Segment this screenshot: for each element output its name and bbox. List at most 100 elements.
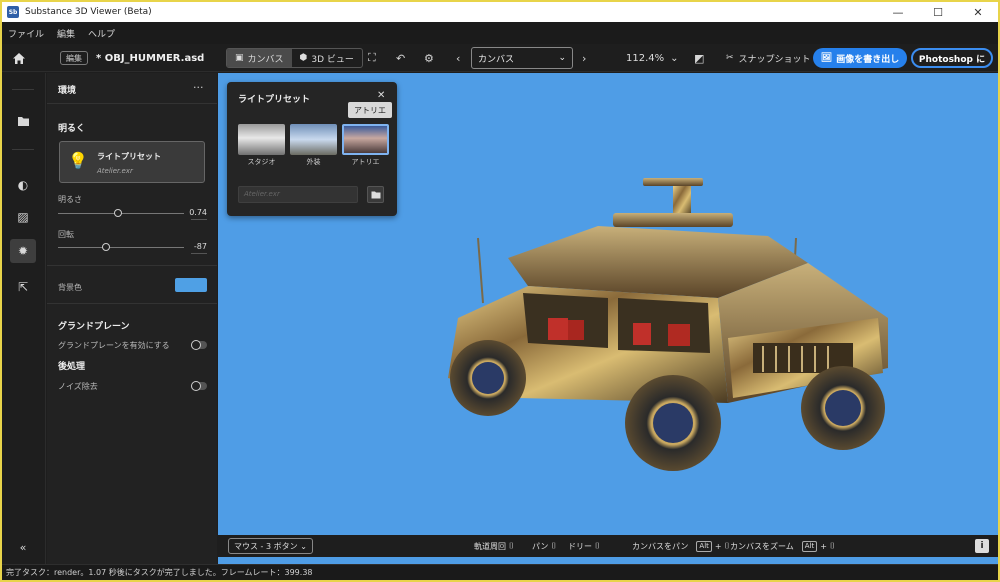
value-underline xyxy=(191,253,207,254)
ground-plane-toggle[interactable] xyxy=(191,340,207,350)
plus-sign: + xyxy=(714,541,722,551)
mouse-mode-select[interactable]: マウス - 3 ボタン ⌄ xyxy=(228,538,313,554)
value-underline xyxy=(191,219,207,220)
menu-help[interactable]: ヘルプ xyxy=(88,27,115,40)
brightness-value[interactable]: 0.74 xyxy=(185,208,207,217)
chevron-down-icon: ⌄ xyxy=(558,53,566,63)
export-image-label: 画像を書き出し xyxy=(836,54,900,65)
brightness-slider-handle[interactable] xyxy=(114,209,123,217)
ground-plane-heading: グランドプレーン xyxy=(58,322,130,332)
zoom-value: 112.4% xyxy=(626,52,665,64)
image-lighting-icon[interactable]: ▨ xyxy=(10,205,36,229)
title-bar: Sb Substance 3D Viewer (Beta) — ☐ ✕ xyxy=(2,2,998,22)
rotation-value[interactable]: -87 xyxy=(185,242,207,251)
tab-3d-view-label: 3D ビュー xyxy=(311,54,354,65)
light-preset-card[interactable]: 💡 ライトプリセット Atelier.exr xyxy=(59,141,205,183)
snapshot-button[interactable]: ✂ スナップショット xyxy=(726,44,811,72)
folder-icon[interactable] xyxy=(10,109,36,133)
hint-pan-label: パン xyxy=(532,541,549,551)
popover-title: ライトプリセット xyxy=(238,95,311,105)
snapshot-icon: ✂ xyxy=(726,53,734,63)
rotation-slider-handle[interactable] xyxy=(101,243,110,251)
color-picker-icon[interactable]: ◩ xyxy=(694,44,704,72)
camera-settings-icon[interactable]: ⚙ xyxy=(424,44,434,72)
mouse-middle-icon: ⌷ xyxy=(724,541,730,550)
tab-canvas[interactable]: ▣ カンバス xyxy=(227,49,292,67)
info-icon[interactable]: i xyxy=(975,539,989,553)
preset-thumb-exterior[interactable] xyxy=(290,124,337,155)
reset-view-icon[interactable]: ↶ xyxy=(396,44,405,72)
chevron-down-icon: ⌄ xyxy=(300,541,307,551)
export-asset-icon[interactable]: ⇱ xyxy=(10,275,36,299)
hummer-model-render[interactable] xyxy=(418,168,918,488)
window-controls: — ☐ ✕ xyxy=(878,2,998,22)
collapse-panel-icon[interactable]: « xyxy=(10,535,36,559)
tab-canvas-label: カンバス xyxy=(247,54,284,65)
send-to-photoshop-button[interactable]: Photoshop に xyxy=(911,48,993,68)
environment-panel: 環境 ··· 明るく 💡 ライトプリセット Atelier.exr 明るさ 0.… xyxy=(47,73,217,564)
close-icon[interactable]: ✕ xyxy=(377,90,385,101)
preset-label-atelier: アトリエ xyxy=(351,158,380,166)
preset-label-exterior: 外装 xyxy=(306,158,321,166)
environment-sun-icon[interactable]: ✹ xyxy=(10,239,36,263)
left-tool-rail: ◐ ▨ ✹ ⇱ « xyxy=(2,73,46,564)
preset-thumb-studio[interactable] xyxy=(238,124,285,155)
panel-title: 環境 xyxy=(58,86,77,96)
menu-file[interactable]: ファイル xyxy=(8,27,44,40)
status-message: 完了タスク：render。1.07 秒後にタスクが完了しました。フレームレート：… xyxy=(6,568,313,577)
hint-canvas-pan: カンバスをパン Alt + ⌷ xyxy=(632,535,729,557)
view-mode-toggle: ▣ カンバス ⬢ 3D ビュー xyxy=(226,48,363,68)
document-title: * OBJ_HUMMER.asd xyxy=(96,52,205,64)
hint-pan: パン ⌷ xyxy=(532,535,556,557)
mouse-right-icon: ⌷ xyxy=(595,541,600,550)
plus-sign: + xyxy=(820,541,827,551)
hint-canvas-zoom: カンバスをズーム Alt + ⌷ xyxy=(730,535,835,557)
post-processing-heading: 後処理 xyxy=(58,362,86,372)
render-viewport[interactable]: ライトプリセット ✕ アトリエ スタジオ 外装 アトリエ Atelier.exr… xyxy=(218,73,998,564)
alt-key-icon: Alt xyxy=(696,540,712,552)
browse-folder-icon[interactable] xyxy=(367,186,384,203)
brightness-section-heading: 明るく xyxy=(58,124,86,134)
zoom-level[interactable]: 112.4% ⌄ xyxy=(626,44,679,72)
panel-divider xyxy=(47,265,217,266)
canvas-icon: ▣ xyxy=(235,53,244,63)
hint-dolly: ドリー ⌷ xyxy=(568,535,600,557)
more-options-icon[interactable]: ··· xyxy=(193,81,204,94)
mouse-right-icon: ⌷ xyxy=(829,541,835,550)
preset-tooltip: アトリエ xyxy=(348,102,392,118)
maximize-button[interactable]: ☐ xyxy=(918,2,958,22)
main-toolbar: 編集 * OBJ_HUMMER.asd ▣ カンバス ⬢ 3D ビュー ⛶ ↶ … xyxy=(2,44,998,72)
alt-key-icon: Alt xyxy=(801,540,818,552)
camera-select[interactable]: カンバス ⌄ xyxy=(471,47,573,69)
preset-label-studio: スタジオ xyxy=(247,158,276,166)
ground-plane-toggle-label: グランドプレーンを有効にする xyxy=(58,341,170,350)
previous-camera-chevron-icon[interactable]: ‹ xyxy=(456,44,460,72)
close-window-button[interactable]: ✕ xyxy=(958,2,998,22)
hint-orbit: 軌道周回 ⌷ xyxy=(474,535,514,557)
preset-thumb-atelier[interactable] xyxy=(342,124,389,155)
zoom-chevron-icon: ⌄ xyxy=(670,52,679,64)
preset-file-input[interactable]: Atelier.exr xyxy=(238,186,358,203)
menu-edit[interactable]: 編集 xyxy=(57,27,75,40)
light-preset-file: Atelier.exr xyxy=(97,167,133,175)
app-logo-icon: Sb xyxy=(7,6,19,18)
tab-3d-view[interactable]: ⬢ 3D ビュー xyxy=(292,49,362,67)
rail-divider xyxy=(12,89,34,90)
rotation-slider[interactable] xyxy=(58,247,184,248)
background-color-swatch[interactable] xyxy=(175,278,207,292)
mouse-middle-icon: ⌷ xyxy=(551,541,557,550)
edit-badge[interactable]: 編集 xyxy=(60,51,88,65)
rotation-label: 回転 xyxy=(58,230,74,239)
status-bar: 完了タスク：render。1.07 秒後にタスクが完了しました。フレームレート：… xyxy=(2,564,998,580)
viewport-hint-bar: マウス - 3 ボタン ⌄ 軌道周回 ⌷ パン ⌷ ドリー ⌷ カンバスをパン … xyxy=(218,535,998,557)
export-image-button[interactable]: 🖼 画像を書き出し xyxy=(813,48,907,68)
hint-canvas-zoom-label: カンバスをズーム xyxy=(730,541,794,551)
next-camera-chevron-icon[interactable]: › xyxy=(582,44,586,72)
frame-fit-icon[interactable]: ⛶ xyxy=(368,44,376,72)
camera-select-value: カンバス xyxy=(478,54,515,65)
home-icon[interactable] xyxy=(12,44,26,72)
denoise-toggle[interactable] xyxy=(191,381,207,391)
background-color-label: 背景色 xyxy=(58,283,82,292)
materials-icon[interactable]: ◐ xyxy=(10,173,36,197)
minimize-button[interactable]: — xyxy=(878,2,918,22)
